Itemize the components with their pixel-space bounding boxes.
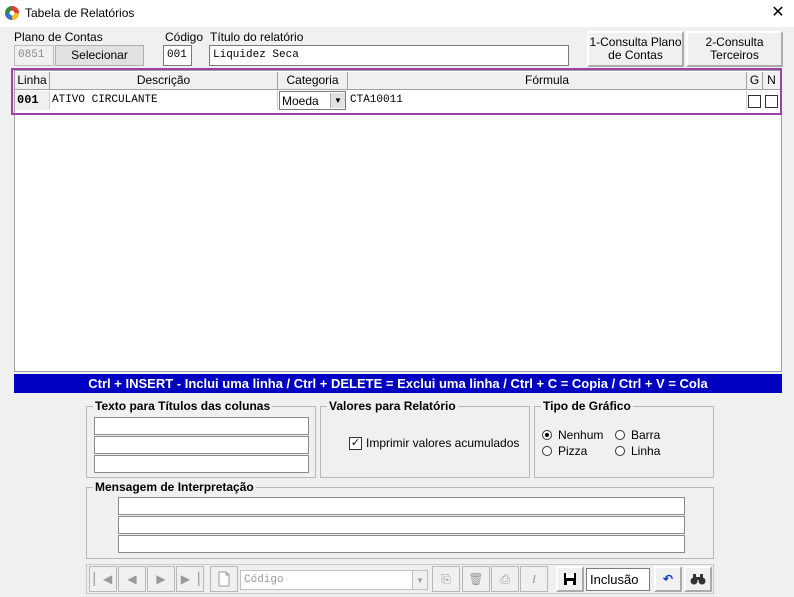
edit-italic-icon[interactable]: I	[520, 566, 548, 592]
app-icon	[5, 6, 19, 20]
plano-label: Plano de Contas	[14, 30, 103, 44]
mensagem-line-1[interactable]	[118, 497, 685, 515]
shortcut-hint-bar: Ctrl + INSERT - Inclui uma linha / Ctrl …	[14, 374, 782, 393]
plano-field[interactable]: 0851	[14, 45, 54, 66]
titulo-coluna-3[interactable]	[94, 455, 309, 473]
report-grid[interactable]	[14, 70, 782, 372]
binoculars-search-icon[interactable]	[684, 566, 712, 592]
radio-barra[interactable]	[615, 430, 625, 440]
undo-icon[interactable]: ↶	[654, 566, 682, 592]
titulo-label: Título do relatório	[210, 30, 304, 44]
grafico-group-title: Tipo de Gráfico	[541, 399, 633, 413]
last-record-icon[interactable]: ▶▕	[176, 566, 204, 592]
codigo-label: Código	[165, 30, 204, 44]
radio-nenhum[interactable]	[542, 430, 552, 440]
prev-record-icon[interactable]: ◀	[118, 566, 146, 592]
save-icon[interactable]	[556, 566, 584, 592]
selected-row-highlight	[11, 68, 782, 115]
titulo-coluna-1[interactable]	[94, 417, 309, 435]
mensagem-line-2[interactable]	[118, 516, 685, 534]
print-icon[interactable]: ⎙	[491, 566, 519, 592]
radio-linha[interactable]	[615, 446, 625, 456]
window-title: Tabela de Relatórios	[25, 6, 135, 20]
consulta-terceiros-button[interactable]: 2-Consulta Terceiros	[686, 31, 783, 67]
codigo-field[interactable]: 001	[163, 45, 192, 66]
valores-group-title: Valores para Relatório	[327, 399, 458, 413]
titulo-field[interactable]: Liquidez Seca	[209, 45, 569, 66]
grafico-group	[534, 406, 714, 478]
consulta-plano-line2: de Contas	[608, 48, 663, 62]
selecionar-button[interactable]: Selecionar	[55, 45, 144, 66]
consulta-plano-button[interactable]: 1-Consulta Plano de Contas	[587, 31, 684, 67]
imprimir-label: Imprimir valores acumulados	[366, 436, 520, 450]
search-code-combo[interactable]: Código	[240, 570, 428, 590]
radio-nenhum-label: Nenhum	[558, 428, 604, 442]
radio-pizza[interactable]	[542, 446, 552, 456]
delete-record-icon[interactable]: 🗑	[462, 566, 490, 592]
first-record-icon[interactable]: ▏◀	[89, 566, 117, 592]
mensagem-line-3[interactable]	[118, 535, 685, 553]
new-document-icon[interactable]	[210, 566, 238, 592]
chevron-down-icon[interactable]: ▼	[412, 571, 427, 589]
next-record-icon[interactable]: ▶	[147, 566, 175, 592]
radio-pizza-label: Pizza	[558, 444, 588, 458]
titulo-coluna-2[interactable]	[94, 436, 309, 454]
mode-status: Inclusão	[586, 568, 650, 591]
close-icon[interactable]: ✕	[768, 3, 788, 23]
copy-record-icon[interactable]: ⎘	[432, 566, 460, 592]
mensagem-group-title: Mensagem de Interpretação	[93, 480, 256, 494]
radio-linha-label: Linha	[631, 444, 661, 458]
textos-group-title: Texto para Títulos das colunas	[93, 399, 273, 413]
consulta-terceiros-line2: Terceiros	[710, 48, 759, 62]
radio-barra-label: Barra	[631, 428, 661, 442]
imprimir-checkbox[interactable]: ✓	[349, 437, 362, 450]
